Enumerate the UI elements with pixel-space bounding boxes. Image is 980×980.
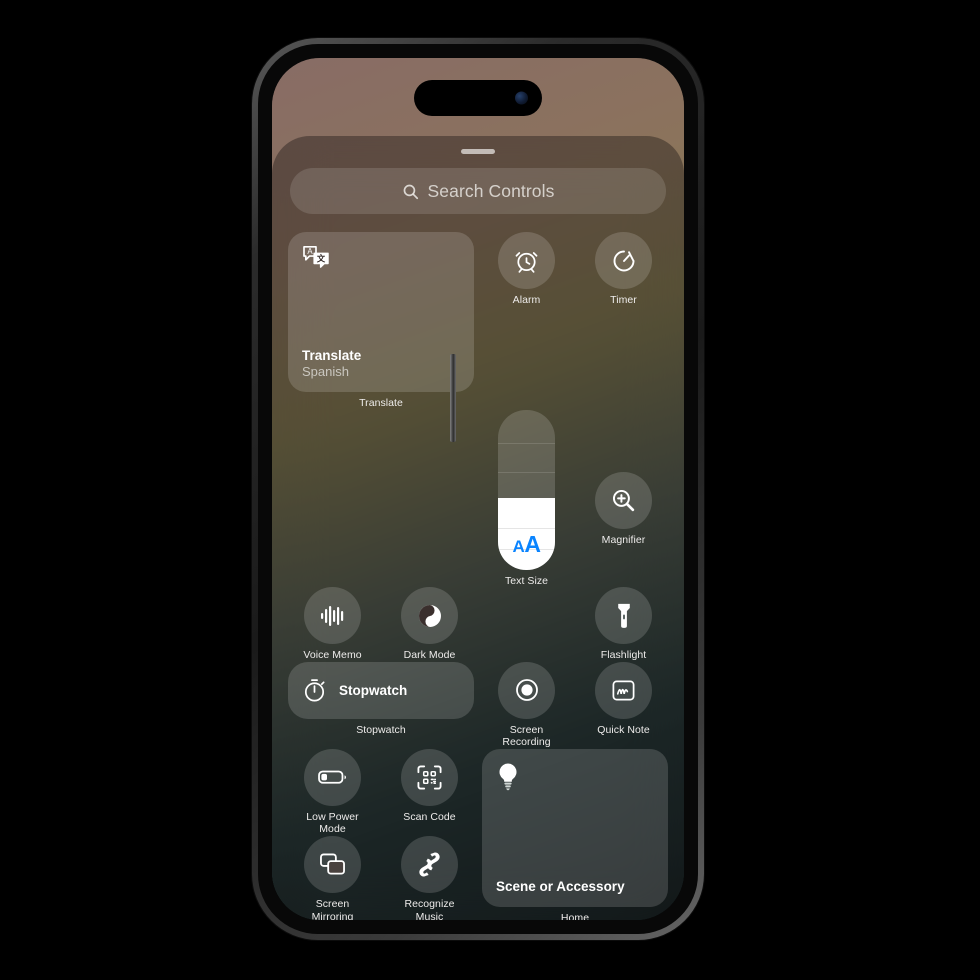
- control-flashlight[interactable]: Flashlight: [579, 587, 668, 662]
- text-size-caption: Text Size: [504, 574, 549, 587]
- slider-tick: [498, 442, 555, 444]
- home-scene-tile[interactable]: Scene or Accessory: [482, 748, 668, 907]
- phone-bezel: Search Controls A 文 Translate Spanish Tr…: [258, 44, 698, 934]
- translate-bubbles-icon: A 文: [302, 245, 330, 269]
- svg-text:A: A: [307, 247, 313, 256]
- home-scene-tile-text: Scene or Accessory: [496, 879, 625, 894]
- control-translate[interactable]: A 文 Translate Spanish Translate: [288, 232, 474, 410]
- control-alarm[interactable]: Alarm: [482, 232, 571, 410]
- text-size-small-a: A: [512, 536, 525, 556]
- voice-memo-button[interactable]: [304, 587, 361, 644]
- power-button[interactable]: [450, 354, 456, 442]
- flashlight-button[interactable]: [595, 587, 652, 644]
- magnifier-plus-icon: [610, 487, 637, 514]
- low-power-mode-button[interactable]: [304, 748, 361, 806]
- screen-recording-button[interactable]: [498, 661, 555, 719]
- screen-mirroring-button[interactable]: [304, 836, 361, 894]
- slider-tick: [498, 527, 555, 529]
- phone-device-frame: Search Controls A 文 Translate Spanish Tr…: [252, 38, 704, 940]
- low-power-mode-caption: Low Power Mode: [306, 811, 358, 836]
- search-icon: [402, 183, 419, 200]
- screen-recording-caption-line1: Screen: [509, 723, 544, 736]
- scan-code-button[interactable]: [401, 748, 458, 806]
- panel-grabber-handle[interactable]: [461, 149, 495, 154]
- timer-caption: Timer: [610, 294, 637, 306]
- control-text-size[interactable]: AA Text Size: [482, 409, 571, 588]
- search-controls-field[interactable]: Search Controls: [290, 168, 666, 214]
- control-center-panel: Search Controls A 文 Translate Spanish Tr…: [272, 136, 684, 920]
- control-magnifier[interactable]: Magnifier: [579, 471, 668, 588]
- stopwatch-tile[interactable]: Stopwatch: [288, 661, 474, 719]
- control-home-scene[interactable]: Scene or Accessory Home: [482, 748, 668, 921]
- screen-recording-caption: Screen Recording: [502, 724, 550, 749]
- timer-button[interactable]: [595, 232, 652, 289]
- phone-screen: Search Controls A 文 Translate Spanish Tr…: [272, 58, 684, 920]
- text-size-slider[interactable]: AA: [498, 409, 555, 570]
- control-stopwatch[interactable]: Stopwatch Stopwatch: [288, 661, 474, 749]
- screen-mirroring-caption: Screen Mirroring: [312, 898, 354, 920]
- lightbulb-icon: [496, 762, 520, 792]
- control-timer[interactable]: Timer: [579, 232, 668, 410]
- quick-note-caption: Quick Note: [597, 723, 650, 736]
- translate-tile[interactable]: A 文 Translate Spanish: [288, 232, 474, 392]
- scan-code-icon: [416, 764, 443, 791]
- search-placeholder: Search Controls: [427, 180, 555, 201]
- recognize-music-button[interactable]: [401, 836, 458, 894]
- stopwatch-caption: Stopwatch: [356, 723, 406, 736]
- screen-mirroring-caption-line2: Mirroring: [311, 910, 354, 920]
- screen-mirroring-caption-line1: Screen: [315, 898, 350, 911]
- text-size-large-a: A: [524, 530, 541, 557]
- control-screen-recording[interactable]: Screen Recording: [482, 661, 571, 749]
- dark-mode-caption: Dark Mode: [403, 649, 456, 661]
- flashlight-icon: [612, 602, 636, 629]
- screen-mirroring-icon: [319, 852, 346, 877]
- alarm-clock-icon: [513, 247, 540, 274]
- controls-grid: A 文 Translate Spanish Translate Alarm Ti…: [288, 232, 668, 920]
- control-recognize-music[interactable]: Recognize Music: [385, 836, 474, 920]
- timer-icon: [610, 247, 638, 275]
- control-quick-note[interactable]: Quick Note: [579, 661, 668, 749]
- text-size-aa-icon: AA: [498, 531, 555, 558]
- voice-memo-caption: Voice Memo: [303, 649, 362, 661]
- translate-title: Translate: [302, 348, 362, 363]
- control-screen-mirroring[interactable]: Screen Mirroring: [288, 836, 377, 920]
- quick-note-button[interactable]: [595, 661, 652, 719]
- translate-tile-text: Translate Spanish: [302, 348, 361, 379]
- battery-low-icon: [317, 768, 348, 786]
- dynamic-island: [414, 80, 542, 116]
- screenshot-canvas: Search Controls A 文 Translate Spanish Tr…: [0, 0, 980, 980]
- low-power-caption-line1: Low Power: [306, 810, 359, 823]
- home-caption: Home: [560, 911, 590, 921]
- shazam-icon: [416, 850, 443, 879]
- translate-caption: Translate: [359, 397, 403, 409]
- home-scene-title: Scene or Accessory: [496, 878, 625, 894]
- stopwatch-title: Stopwatch: [339, 682, 408, 698]
- control-low-power-mode[interactable]: Low Power Mode: [288, 748, 377, 837]
- magnifier-caption: Magnifier: [601, 533, 646, 546]
- scan-code-caption: Scan Code: [403, 810, 456, 823]
- waveform-icon: [319, 604, 347, 628]
- svg-text:文: 文: [317, 254, 326, 264]
- translate-subtitle: Spanish: [302, 364, 349, 379]
- low-power-caption-line2: Mode: [319, 823, 346, 835]
- dark-mode-circle-icon: [416, 602, 444, 630]
- control-scan-code[interactable]: Scan Code: [385, 748, 474, 837]
- alarm-caption: Alarm: [512, 294, 541, 306]
- front-camera-icon: [515, 91, 528, 105]
- control-dark-mode[interactable]: Dark Mode: [385, 587, 474, 662]
- flashlight-caption: Flashlight: [600, 649, 647, 661]
- stopwatch-icon: [301, 677, 328, 704]
- slider-tick: [498, 471, 555, 473]
- record-circle-icon: [513, 676, 541, 704]
- dark-mode-button[interactable]: [401, 587, 458, 644]
- recognize-music-caption: Recognize Music: [404, 898, 454, 920]
- control-voice-memo[interactable]: Voice Memo: [288, 587, 377, 662]
- recognize-music-caption-line1: Recognize: [404, 898, 455, 911]
- quick-note-icon: [611, 678, 636, 703]
- recognize-music-caption-line2: Music: [415, 910, 444, 920]
- alarm-button[interactable]: [498, 232, 555, 289]
- magnifier-button[interactable]: [595, 471, 652, 529]
- screen-recording-caption-line2: Recording: [502, 736, 551, 748]
